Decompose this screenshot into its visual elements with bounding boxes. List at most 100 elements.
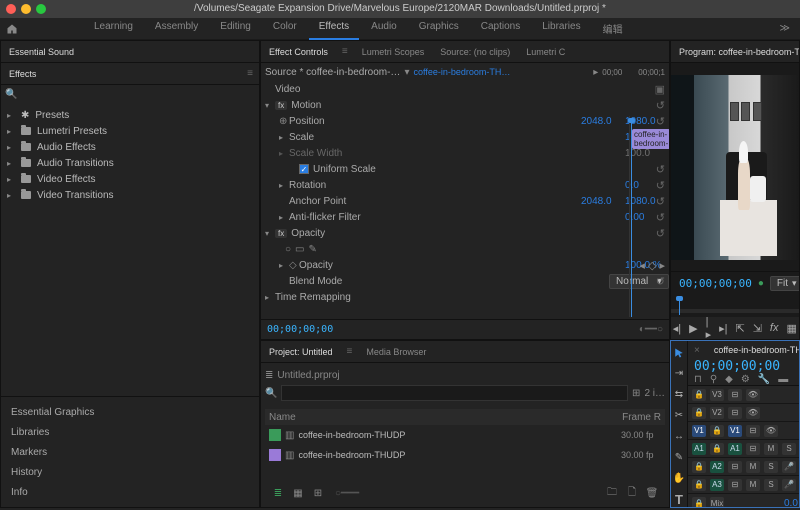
project-item[interactable]: ▥coffee-in-bedroom-THUDP30.00 fp — [265, 445, 665, 465]
mute-button[interactable]: M — [746, 479, 760, 491]
zoom-fit-dropdown[interactable]: Fit ▾ — [770, 276, 800, 291]
link-libraries[interactable]: Libraries — [7, 423, 253, 441]
track-lock-icon[interactable]: 🔒 — [692, 407, 706, 419]
ws-graphics[interactable]: Graphics — [409, 17, 469, 40]
ec-clip-link[interactable]: coffee-in-bedroom-TH… — [413, 67, 510, 77]
workspace-overflow-icon[interactable]: ≫ — [770, 23, 800, 34]
track-a2[interactable]: A2 — [710, 461, 724, 473]
ec-anchor[interactable]: Anchor Point — [289, 196, 581, 207]
track-select-tool-icon[interactable]: ⇥ — [671, 366, 687, 381]
tab-media-browser[interactable]: Media Browser — [358, 343, 434, 361]
program-tc-left[interactable]: 00;00;00;00 — [679, 277, 752, 290]
program-scrubber[interactable] — [671, 295, 799, 317]
link-history[interactable]: History — [7, 463, 253, 481]
ws-libraries[interactable]: Libraries — [532, 17, 590, 40]
col-framerate[interactable]: Frame R — [622, 412, 661, 423]
ws-effects[interactable]: Effects — [309, 17, 359, 40]
voiceover-icon[interactable]: 🎤 — [782, 479, 796, 491]
eye-icon[interactable]: 👁 — [764, 425, 778, 437]
filter-icon[interactable]: ⊞ — [632, 388, 640, 399]
ec-timeremap[interactable]: Time Remapping — [275, 292, 669, 303]
extract-icon[interactable]: ⇲ — [753, 322, 762, 335]
sequence-tab[interactable]: coffee-in-bedroom-THUDPWX — [706, 341, 799, 359]
link-info[interactable]: Info — [7, 483, 253, 501]
pen-tool-icon[interactable]: ✎ — [671, 450, 687, 465]
tab-lumetri-color[interactable]: Lumetri C — [518, 43, 573, 61]
es-video-transitions[interactable]: ▸Video Transitions — [7, 187, 253, 203]
ec-pos-x[interactable]: 2048.0 — [581, 116, 625, 127]
ws-audio[interactable]: Audio — [361, 17, 407, 40]
ws-edit-cn[interactable]: 编辑 — [593, 17, 633, 40]
traffic-zoom[interactable] — [36, 4, 46, 14]
toggle-output-icon[interactable]: ⊟ — [728, 407, 742, 419]
track-v2[interactable]: V2 — [710, 407, 724, 419]
reset-icon[interactable]: ↺ — [656, 99, 665, 112]
selection-tool-icon[interactable] — [671, 345, 687, 360]
track-v3[interactable]: V3 — [710, 389, 724, 401]
ec-opacity[interactable]: Opacity — [291, 228, 669, 239]
toggle-output-icon[interactable]: ⊟ — [746, 443, 760, 455]
panel-menu-icon[interactable]: ≡ — [341, 346, 359, 357]
tab-lumetri-scopes[interactable]: Lumetri Scopes — [354, 43, 433, 61]
tab-effect-controls[interactable]: Effect Controls — [261, 43, 336, 61]
solo-button[interactable]: S — [764, 461, 778, 473]
traffic-minimize[interactable] — [21, 4, 31, 14]
marker-icon[interactable]: ◆ — [725, 374, 733, 385]
toggle-output-icon[interactable]: ⊟ — [728, 461, 742, 473]
mask-ellipse-icon[interactable]: ○ — [285, 244, 291, 255]
timeline-tracks[interactable]: 🔒V3⊟👁 🔒V2⊟👁 V1🔒V1⊟👁▥ coffee-in-bedroom-T… — [688, 386, 799, 507]
track-mix[interactable]: Mix — [710, 497, 724, 507]
ec-rotation[interactable]: Rotation — [289, 180, 625, 191]
new-bin-icon[interactable]: 🗀 — [605, 486, 619, 500]
ws-assembly[interactable]: Assembly — [145, 17, 208, 40]
wrench-icon[interactable]: 🔧 — [758, 374, 770, 385]
es-lumetri-presets[interactable]: ▸Lumetri Presets — [7, 123, 253, 139]
ec-timecode[interactable]: 00;00;00;00 — [267, 324, 333, 335]
list-view-icon[interactable]: ≣ — [271, 486, 285, 500]
toggle-output-icon[interactable]: ⊟ — [728, 389, 742, 401]
trash-icon[interactable]: 🗑 — [645, 486, 659, 500]
slip-tool-icon[interactable]: ↔ — [671, 429, 687, 444]
fx-icon[interactable]: fx — [770, 322, 779, 334]
clip-icon[interactable]: ▣ — [655, 83, 665, 96]
mask-pen-icon[interactable]: ✎ — [309, 244, 317, 255]
ec-motion[interactable]: Motion — [291, 100, 669, 111]
ws-editing[interactable]: Editing — [210, 17, 261, 40]
track-lock-icon[interactable]: 🔒 — [692, 479, 706, 491]
track-lock-icon[interactable]: 🔒 — [710, 443, 724, 455]
toggle-output-icon[interactable]: ⊟ — [746, 425, 760, 437]
track-lock-icon[interactable]: 🔒 — [692, 497, 706, 507]
ec-scale[interactable]: Scale — [289, 132, 625, 143]
col-name[interactable]: Name — [269, 412, 622, 423]
track-v1[interactable]: V1 — [728, 425, 742, 437]
freeform-view-icon[interactable]: ⊞ — [311, 486, 325, 500]
solo-button[interactable]: S — [782, 443, 796, 455]
mask-rect-icon[interactable]: ▭ — [295, 244, 304, 255]
track-a3[interactable]: A3 — [710, 479, 724, 491]
traffic-close[interactable] — [6, 4, 16, 14]
ec-mini-clip[interactable]: coffee-in-bedroom- — [632, 129, 670, 149]
track-lock-icon[interactable]: 🔒 — [692, 389, 706, 401]
linked-selection-icon[interactable]: ⚲ — [710, 374, 717, 385]
link-essential-graphics[interactable]: Essential Graphics — [7, 403, 253, 421]
es-video-effects[interactable]: ▸Video Effects — [7, 171, 253, 187]
source-patch-v1[interactable]: V1 — [692, 425, 706, 437]
new-item-icon[interactable]: 🗋 — [625, 486, 639, 500]
ec-antiflicker[interactable]: Anti-flicker Filter — [289, 212, 625, 223]
project-search-input[interactable] — [281, 385, 628, 401]
step-back-icon[interactable]: ◂| — [673, 322, 681, 335]
ec-zoom-handle[interactable]: ◐━━○ — [639, 324, 663, 335]
effects-search-input[interactable] — [21, 89, 255, 100]
settings-icon[interactable]: ⚙ — [741, 374, 750, 385]
eye-icon[interactable]: 👁 — [746, 389, 760, 401]
project-item[interactable]: ▥coffee-in-bedroom-THUDP30.00 fp — [265, 425, 665, 445]
solo-button[interactable]: S — [764, 479, 778, 491]
ec-playhead[interactable] — [631, 121, 632, 317]
tab-essential-sound[interactable]: Essential Sound — [1, 43, 82, 61]
panel-menu-icon[interactable]: ≡ — [336, 46, 354, 57]
ws-learning[interactable]: Learning — [84, 17, 143, 40]
ws-captions[interactable]: Captions — [471, 17, 530, 40]
step-fwd-icon[interactable]: |▸ — [706, 316, 712, 341]
toggle-output-icon[interactable]: ⊟ — [728, 479, 742, 491]
tab-effects[interactable]: Effects — [1, 65, 44, 83]
